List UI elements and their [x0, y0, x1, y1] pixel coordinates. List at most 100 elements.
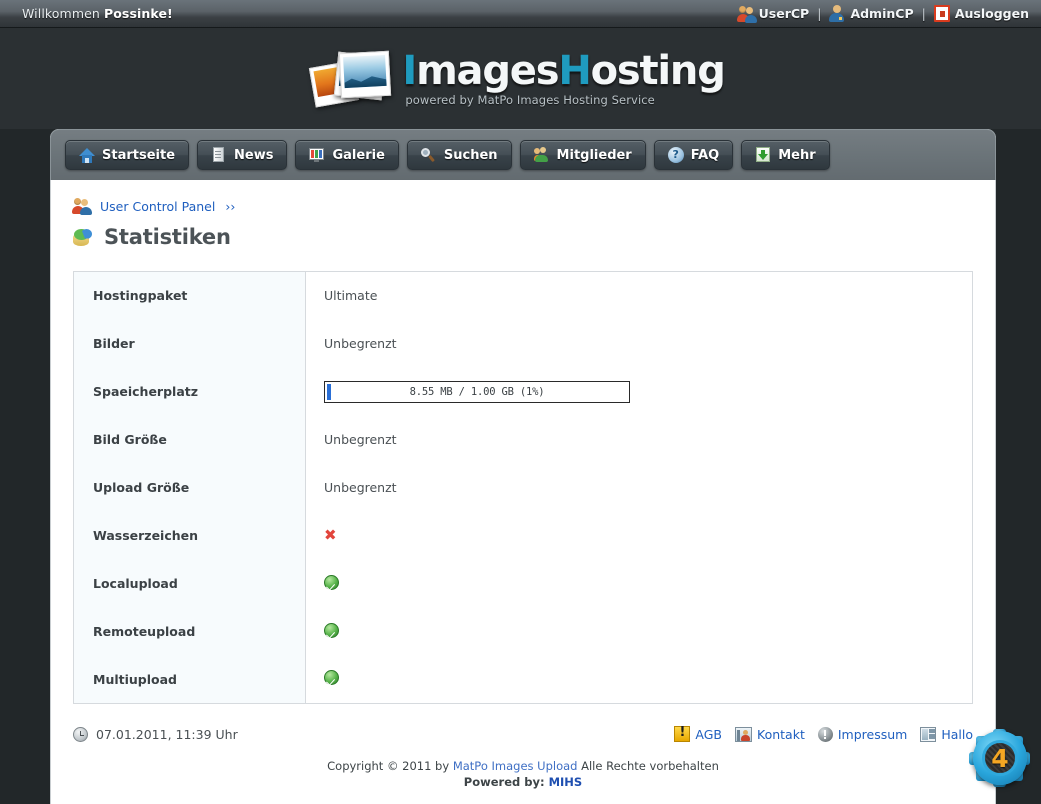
- row-value-remoteupload: [306, 608, 973, 656]
- top-bar: Willkommen Possinke! UserCP | AdminCP | …: [0, 0, 1041, 28]
- gear-badge-center: 4: [982, 740, 1018, 776]
- faq-icon: ?: [668, 147, 684, 163]
- row-value-bilder: Unbegrenzt: [306, 320, 973, 368]
- gallery-icon: [309, 147, 325, 163]
- warning-icon: [674, 726, 690, 742]
- gear-badge[interactable]: 4: [969, 729, 1031, 787]
- row-value-upload-groesse: Unbegrenzt: [306, 464, 973, 512]
- logout-door-icon: [934, 5, 950, 22]
- users-icon: [73, 198, 92, 215]
- admin-user-icon: [829, 5, 845, 22]
- welcome-prefix: Willkommen: [22, 6, 104, 21]
- footer-link-impressum[interactable]: Impressum: [818, 727, 907, 742]
- nav-label-mitglieder: Mitglieder: [557, 148, 632, 163]
- logout-link[interactable]: Ausloggen: [955, 6, 1029, 21]
- check-icon: [324, 670, 339, 685]
- page-title-text: Statistiken: [104, 225, 231, 249]
- copyright-line: Copyright © 2011 by MatPo Images Upload …: [73, 758, 973, 774]
- powered-by-link[interactable]: MIHS: [549, 775, 583, 789]
- footer-link-agb[interactable]: AGB: [674, 726, 722, 742]
- footer-label-kontakt[interactable]: Kontakt: [757, 727, 805, 742]
- table-row: Bild Größe Unbegrenzt: [74, 416, 973, 464]
- breadcrumb-link-user-control-panel[interactable]: User Control Panel: [100, 199, 215, 214]
- nav-item-suchen[interactable]: Suchen: [407, 140, 512, 170]
- row-label-hostingpaket: Hostingpaket: [74, 272, 306, 320]
- storage-progress-label: 8.55 MB / 1.00 GB (1%): [410, 386, 545, 398]
- logo-wordmark: ImagesHosting: [402, 51, 724, 91]
- news-icon: [211, 147, 227, 163]
- content-area: User Control Panel ›› Statistiken Hostin…: [50, 180, 996, 804]
- powered-by-line: Powered by: MIHS: [73, 774, 973, 790]
- nav-label-mehr: Mehr: [778, 148, 815, 163]
- site-logo[interactable]: ImagesHosting powered by MatPo Images Ho…: [310, 48, 724, 110]
- welcome-message: Willkommen Possinke!: [22, 6, 173, 21]
- welcome-username: Possinke!: [104, 6, 173, 21]
- row-label-multiupload: Multiupload: [74, 656, 306, 704]
- main-navigation: Startseite News Galerie Suchen Mitgliede…: [50, 129, 996, 180]
- logo-mages: mages: [416, 48, 558, 94]
- footer-timestamp: 07.01.2011, 11:39 Uhr: [73, 727, 238, 742]
- info-icon: [818, 727, 833, 742]
- photos-stack-icon: [310, 48, 396, 110]
- members-icon: [534, 147, 550, 163]
- footer-links-row: 07.01.2011, 11:39 Uhr AGB Kontakt Impres…: [73, 726, 973, 752]
- nav-label-startseite: Startseite: [102, 148, 175, 163]
- nav-item-galerie[interactable]: Galerie: [295, 140, 398, 170]
- nav-separator-1: |: [814, 6, 824, 21]
- table-row: Remoteupload: [74, 608, 973, 656]
- nav-label-faq: FAQ: [691, 148, 720, 163]
- row-label-remoteupload: Remoteupload: [74, 608, 306, 656]
- row-label-localupload: Localupload: [74, 560, 306, 608]
- logo-tagline: powered by MatPo Images Hosting Service: [405, 93, 654, 107]
- breadcrumb-chevron: ››: [225, 199, 235, 214]
- nav-item-news[interactable]: News: [197, 140, 287, 170]
- row-value-multiupload: [306, 656, 973, 704]
- nav-item-mitglieder[interactable]: Mitglieder: [520, 140, 646, 170]
- row-value-localupload: [306, 560, 973, 608]
- table-row: Upload Größe Unbegrenzt: [74, 464, 973, 512]
- cross-icon: ✖: [324, 526, 337, 544]
- logo-osting: osting: [591, 48, 725, 94]
- clock-icon: [73, 727, 88, 742]
- row-value-hostingpaket: Ultimate: [306, 272, 973, 320]
- copyright-link[interactable]: MatPo Images Upload: [453, 759, 578, 773]
- nav-label-suchen: Suchen: [444, 148, 498, 163]
- row-value-wasserzeichen: ✖: [306, 512, 973, 560]
- layout-icon: [920, 727, 936, 742]
- footer-link-kontakt[interactable]: Kontakt: [735, 727, 805, 742]
- usercp-link[interactable]: UserCP: [759, 6, 810, 21]
- nav-item-mehr[interactable]: Mehr: [741, 140, 829, 170]
- admincp-link[interactable]: AdminCP: [850, 6, 913, 21]
- nav-label-galerie: Galerie: [332, 148, 384, 163]
- table-row: Bilder Unbegrenzt: [74, 320, 973, 368]
- copyright-suffix: Alle Rechte vorbehalten: [577, 759, 718, 773]
- contact-card-icon: [735, 727, 752, 742]
- nav-separator-2: |: [919, 6, 929, 21]
- nav-item-startseite[interactable]: Startseite: [65, 140, 189, 170]
- statistics-pie-icon: [73, 228, 95, 247]
- table-row: Multiupload: [74, 656, 973, 704]
- logo-h: H: [558, 48, 590, 94]
- logo-i: I: [402, 48, 416, 94]
- row-label-bild-groesse: Bild Größe: [74, 416, 306, 464]
- copyright-block: Copyright © 2011 by MatPo Images Upload …: [73, 752, 973, 804]
- download-arrow-icon: [755, 147, 771, 163]
- row-label-upload-groesse: Upload Größe: [74, 464, 306, 512]
- table-row: Localupload: [74, 560, 973, 608]
- row-value-bild-groesse: Unbegrenzt: [306, 416, 973, 464]
- footer-link-hallo[interactable]: Hallo: [920, 727, 973, 742]
- page-container: Startseite News Galerie Suchen Mitgliede…: [50, 129, 996, 804]
- copyright-prefix: Copyright © 2011 by: [327, 759, 453, 773]
- breadcrumb: User Control Panel ››: [73, 198, 973, 215]
- row-label-wasserzeichen: Wasserzeichen: [74, 512, 306, 560]
- nav-item-faq[interactable]: ? FAQ: [654, 140, 734, 170]
- footer-label-impressum[interactable]: Impressum: [838, 727, 907, 742]
- nav-label-news: News: [234, 148, 273, 163]
- home-icon: [79, 147, 95, 163]
- table-row: Hostingpaket Ultimate: [74, 272, 973, 320]
- row-value-spaeicherplatz: 8.55 MB / 1.00 GB (1%): [306, 368, 973, 416]
- check-icon: [324, 575, 339, 590]
- users-icon: [738, 6, 754, 22]
- powered-by-label: Powered by:: [464, 775, 549, 789]
- footer-label-agb[interactable]: AGB: [695, 727, 722, 742]
